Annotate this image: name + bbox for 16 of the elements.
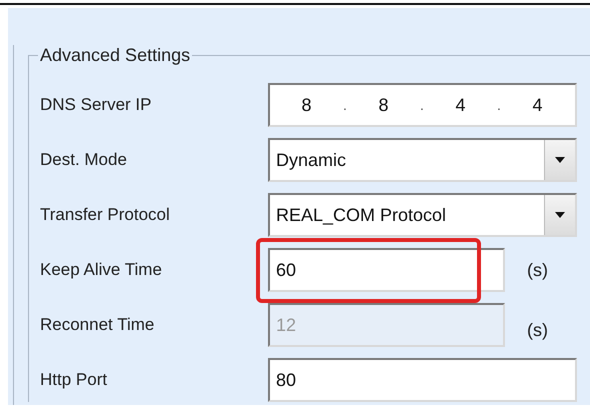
unit-label: (s) bbox=[527, 320, 548, 340]
dropdown[interactable]: REAL_COM Protocol bbox=[268, 193, 577, 237]
field-label: Keep Alive Time bbox=[40, 260, 163, 280]
unit-label: (s) bbox=[527, 260, 548, 280]
field-label: Dest. Mode bbox=[40, 150, 128, 170]
dropdown-arrow-icon[interactable] bbox=[554, 156, 566, 164]
input-field[interactable]: 80 bbox=[268, 358, 577, 402]
group-title: Advanced Settings bbox=[39, 45, 192, 66]
dropdown-arrow-icon[interactable] bbox=[554, 211, 566, 219]
field-label: DNS Server IP bbox=[40, 95, 152, 115]
field-label: Http Port bbox=[40, 370, 108, 390]
input-field[interactable]: 60 bbox=[268, 248, 505, 292]
field-label: Reconnet Time bbox=[40, 315, 156, 335]
ip-address-field[interactable]: 8 . 8 . 4 . 4 bbox=[268, 83, 577, 127]
dropdown[interactable]: Dynamic bbox=[268, 138, 577, 182]
field-label: Transfer Protocol bbox=[40, 205, 171, 225]
